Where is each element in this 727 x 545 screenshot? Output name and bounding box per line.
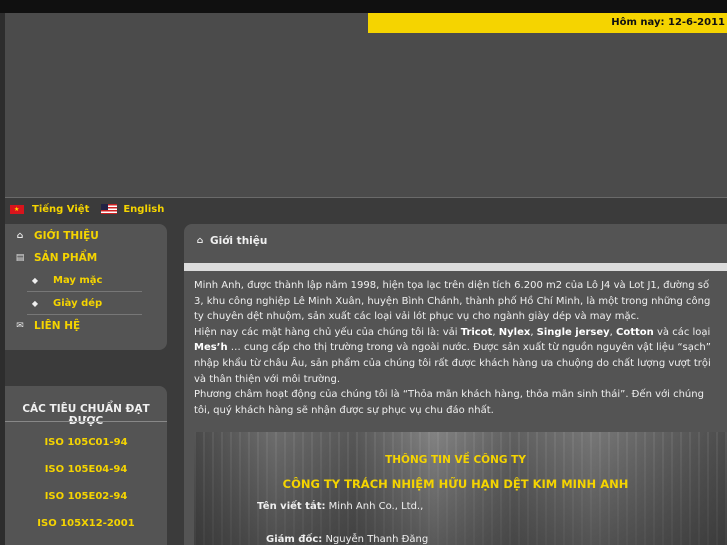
bullet-icon: ◆ (31, 298, 39, 308)
title-divider (184, 263, 727, 271)
standard-item[interactable]: ISO 105C01-94 (5, 437, 167, 448)
standards-panel: CÁC TIÊU CHUẨN ĐẠT ĐƯỢC ISO 105C01-94 IS… (5, 386, 167, 545)
intro-paragraph-2: Hiện nay các mặt hàng chủ yếu của chúng … (194, 326, 711, 385)
intro-text: Minh Anh, được thành lập năm 1998, hiện … (194, 278, 719, 418)
home-icon: ⌂ (196, 236, 204, 246)
content-title: ⌂ Giới thiệu (194, 235, 268, 247)
header-banner (5, 13, 727, 198)
standard-item[interactable]: ISO 105E02-94 (5, 491, 167, 502)
standard-item[interactable]: ISO 105X12-2001 (5, 518, 167, 529)
mail-icon: ✉ (16, 321, 24, 331)
language-english-link[interactable]: English (123, 204, 164, 215)
vietnam-flag-icon[interactable] (10, 204, 24, 214)
language-vietnamese-link[interactable]: Tiếng Việt (32, 204, 89, 215)
main-content-panel: ⌂ Giới thiệu Minh Anh, được thành lập nă… (184, 224, 727, 545)
sidebar-menu: ⌂ GIỚI THIỆU ▤ SẢN PHẨM ◆ May mặc ◆ Giày… (5, 224, 167, 350)
products-icon: ▤ (15, 253, 25, 263)
intro-paragraph-3: Phương châm hoạt động của chúng tôi là “… (194, 389, 704, 416)
sidebar-item-label: SẢN PHẨM (34, 252, 98, 264)
language-switcher: Tiếng Việt English (10, 200, 164, 218)
date-bar: Hôm nay: 12-6-2011 (368, 13, 727, 33)
page-title: Giới thiệu (210, 235, 268, 247)
director-value: Nguyễn Thanh Đăng (325, 534, 429, 545)
sidebar-item-about[interactable]: ⌂ GIỚI THIỆU (14, 230, 99, 242)
company-short-name-row: Tên viết tắt: Minh Anh Co., Ltd., (257, 501, 423, 512)
company-name: CÔNG TY TRÁCH NHIỆM HỮU HẠN DỆT KIM MINH… (282, 477, 629, 491)
top-bar (0, 0, 727, 13)
sidebar-item-label: GIỚI THIỆU (34, 230, 99, 242)
sidebar-item-products[interactable]: ▤ SẢN PHẨM (14, 252, 97, 264)
standard-item[interactable]: ISO 105E04-94 (5, 464, 167, 475)
standards-title: CÁC TIÊU CHUẨN ĐẠT ĐƯỢC (22, 403, 150, 427)
company-info-heading: THÔNG TIN VỀ CÔNG TY (385, 454, 526, 466)
standards-divider (5, 421, 167, 422)
sidebar-subitem-footwear[interactable]: ◆ Giày dép (27, 292, 142, 315)
short-name-value: Minh Anh Co., Ltd., (328, 501, 424, 512)
today-date: Hôm nay: 12-6-2011 (611, 17, 725, 28)
sidebar-item-label: LIÊN HỆ (34, 320, 81, 332)
sidebar-item-contact[interactable]: ✉ LIÊN HỆ (14, 320, 80, 332)
home-icon: ⌂ (16, 231, 24, 241)
company-director-row: Giám đốc: Nguyễn Thanh Đăng (266, 534, 428, 545)
director-label: Giám đốc: (266, 534, 323, 545)
bullet-icon: ◆ (31, 275, 39, 285)
us-flag-icon[interactable] (101, 204, 118, 214)
header-divider (5, 197, 727, 198)
intro-paragraph-1: Minh Anh, được thành lập năm 1998, hiện … (194, 280, 711, 323)
sidebar-subitem-clothing[interactable]: ◆ May mặc (27, 269, 142, 292)
sidebar-subitem-label: May mặc (53, 274, 103, 286)
short-name-label: Tên viết tắt: (257, 501, 326, 512)
sidebar-subitem-label: Giày dép (53, 297, 103, 309)
